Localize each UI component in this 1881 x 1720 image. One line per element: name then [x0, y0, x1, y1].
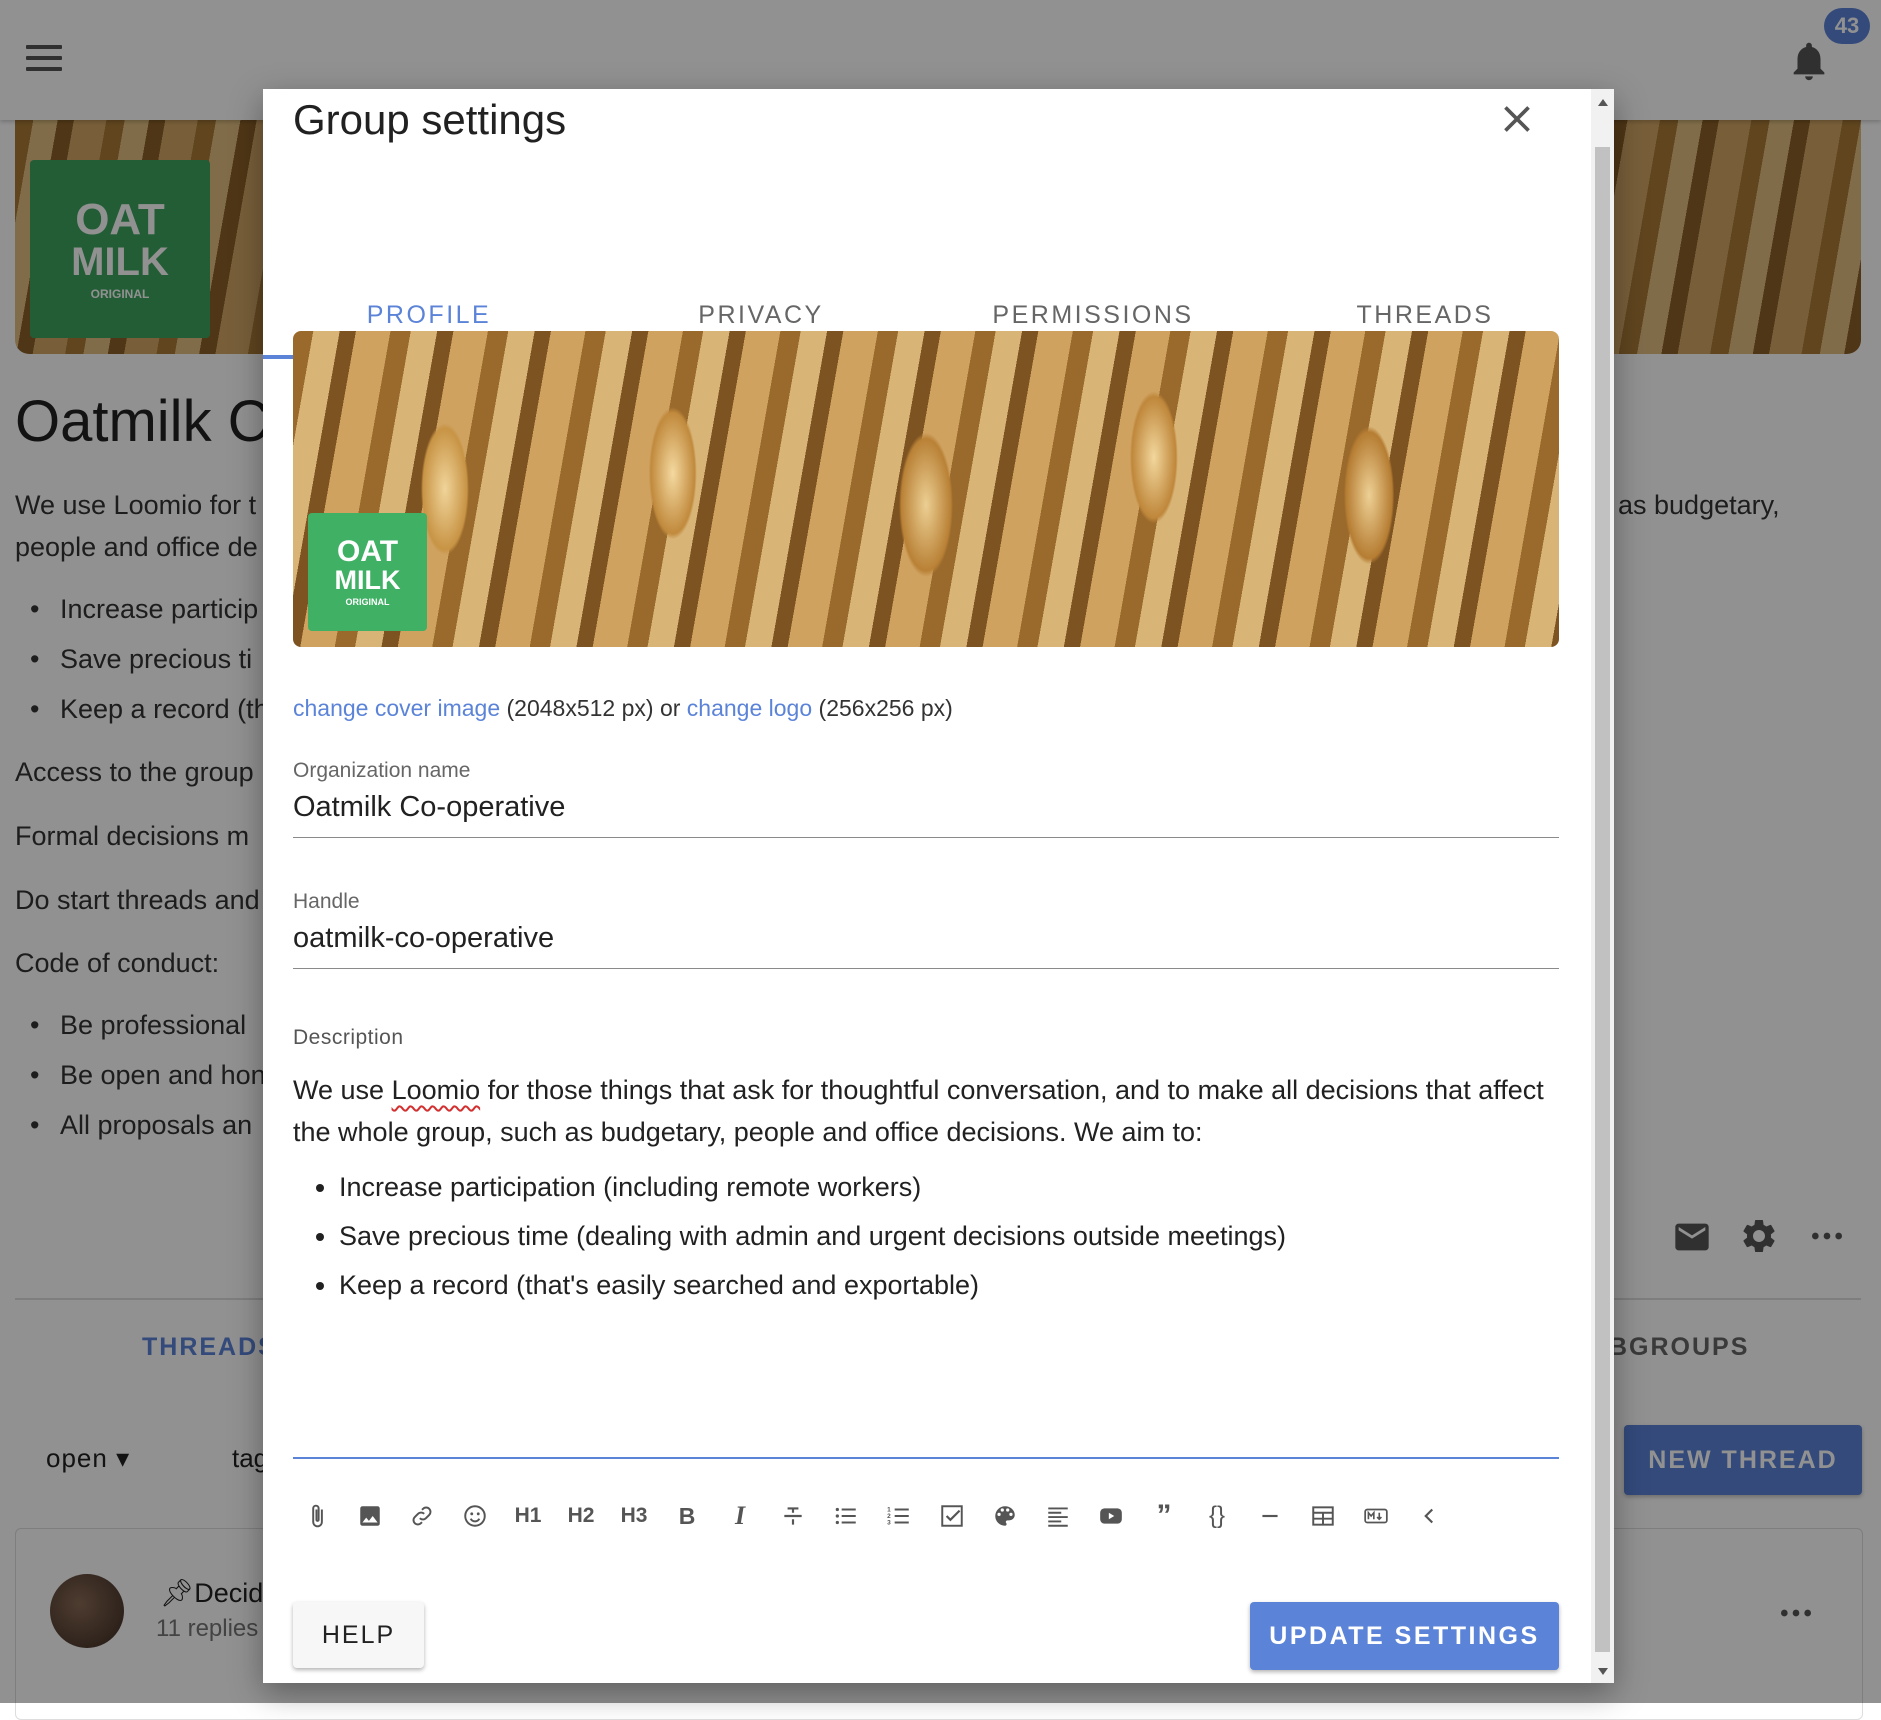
image-icon[interactable] — [348, 1494, 392, 1538]
table-icon[interactable] — [1301, 1494, 1345, 1538]
update-settings-button[interactable]: UPDATE SETTINGS — [1250, 1602, 1559, 1670]
link-icon[interactable] — [400, 1494, 444, 1538]
heading1-icon[interactable]: H1 — [506, 1494, 550, 1538]
misspelled-word: Loomio — [391, 1075, 481, 1105]
dialog-scrollbar[interactable] — [1591, 89, 1614, 1683]
scroll-thumb[interactable] — [1595, 147, 1610, 1652]
svg-text:3: 3 — [887, 1520, 891, 1527]
editor-underline — [293, 1457, 1559, 1459]
organization-name-input[interactable]: Oatmilk Co-operative — [293, 791, 1559, 838]
editor-toolbar: H1 H2 H3 B I 123 ” {} — [293, 1494, 1559, 1538]
list-item: Save precious time (dealing with admin a… — [339, 1212, 1559, 1261]
checklist-icon[interactable] — [930, 1494, 974, 1538]
logo-preview: OAT MILK ORIGINAL — [308, 513, 427, 631]
cover-image-preview: OAT MILK ORIGINAL — [293, 331, 1559, 647]
bold-icon[interactable]: B — [665, 1494, 709, 1538]
list-item: Increase participation (including remote… — [339, 1163, 1559, 1212]
numbered-list-icon[interactable]: 123 — [877, 1494, 921, 1538]
horizontal-rule-icon[interactable] — [1248, 1494, 1292, 1538]
strikethrough-icon[interactable] — [771, 1494, 815, 1538]
heading2-icon[interactable]: H2 — [559, 1494, 603, 1538]
group-settings-dialog: Group settings PROFILE PRIVACY PERMISSIO… — [263, 89, 1614, 1683]
description-list: Increase participation (including remote… — [293, 1163, 1559, 1310]
emoji-icon[interactable] — [453, 1494, 497, 1538]
italic-icon[interactable]: I — [718, 1494, 762, 1538]
organization-name-label: Organization name — [293, 759, 471, 782]
dialog-title: Group settings — [293, 96, 567, 143]
description-paragraph: We use Loomio for those things that ask … — [293, 1075, 1544, 1147]
bullet-list-icon[interactable] — [824, 1494, 868, 1538]
scroll-up-icon[interactable] — [1598, 99, 1608, 106]
logo-size-text: (256x256 px) — [812, 695, 953, 721]
handle-input[interactable]: oatmilk-co-operative — [293, 922, 1559, 969]
markdown-icon[interactable] — [1354, 1494, 1398, 1538]
quote-icon[interactable]: ” — [1142, 1494, 1186, 1538]
close-icon[interactable] — [1495, 97, 1539, 141]
image-upload-links: change cover image (2048x512 px) or chan… — [293, 695, 953, 722]
chevron-left-icon[interactable] — [1407, 1494, 1451, 1538]
cover-size-text: (2048x512 px) or — [500, 695, 687, 721]
list-item: Keep a record (that's easily searched an… — [339, 1261, 1559, 1310]
code-block-icon[interactable]: {} — [1195, 1494, 1239, 1538]
video-icon[interactable] — [1089, 1494, 1133, 1538]
organization-name-field[interactable]: Organization name Oatmilk Co-operative — [293, 759, 1559, 838]
change-logo-link[interactable]: change logo — [687, 695, 812, 721]
handle-field[interactable]: Handle oatmilk-co-operative — [293, 890, 1559, 969]
handle-label: Handle — [293, 890, 360, 913]
align-icon[interactable] — [1036, 1494, 1080, 1538]
palette-icon[interactable] — [983, 1494, 1027, 1538]
description-editor[interactable]: We use Loomio for those things that ask … — [293, 1069, 1559, 1310]
help-button[interactable]: HELP — [293, 1602, 424, 1668]
attachment-icon[interactable] — [295, 1494, 339, 1538]
scroll-down-icon[interactable] — [1598, 1668, 1608, 1675]
heading3-icon[interactable]: H3 — [612, 1494, 656, 1538]
description-label: Description — [293, 1026, 404, 1049]
change-cover-image-link[interactable]: change cover image — [293, 695, 500, 721]
